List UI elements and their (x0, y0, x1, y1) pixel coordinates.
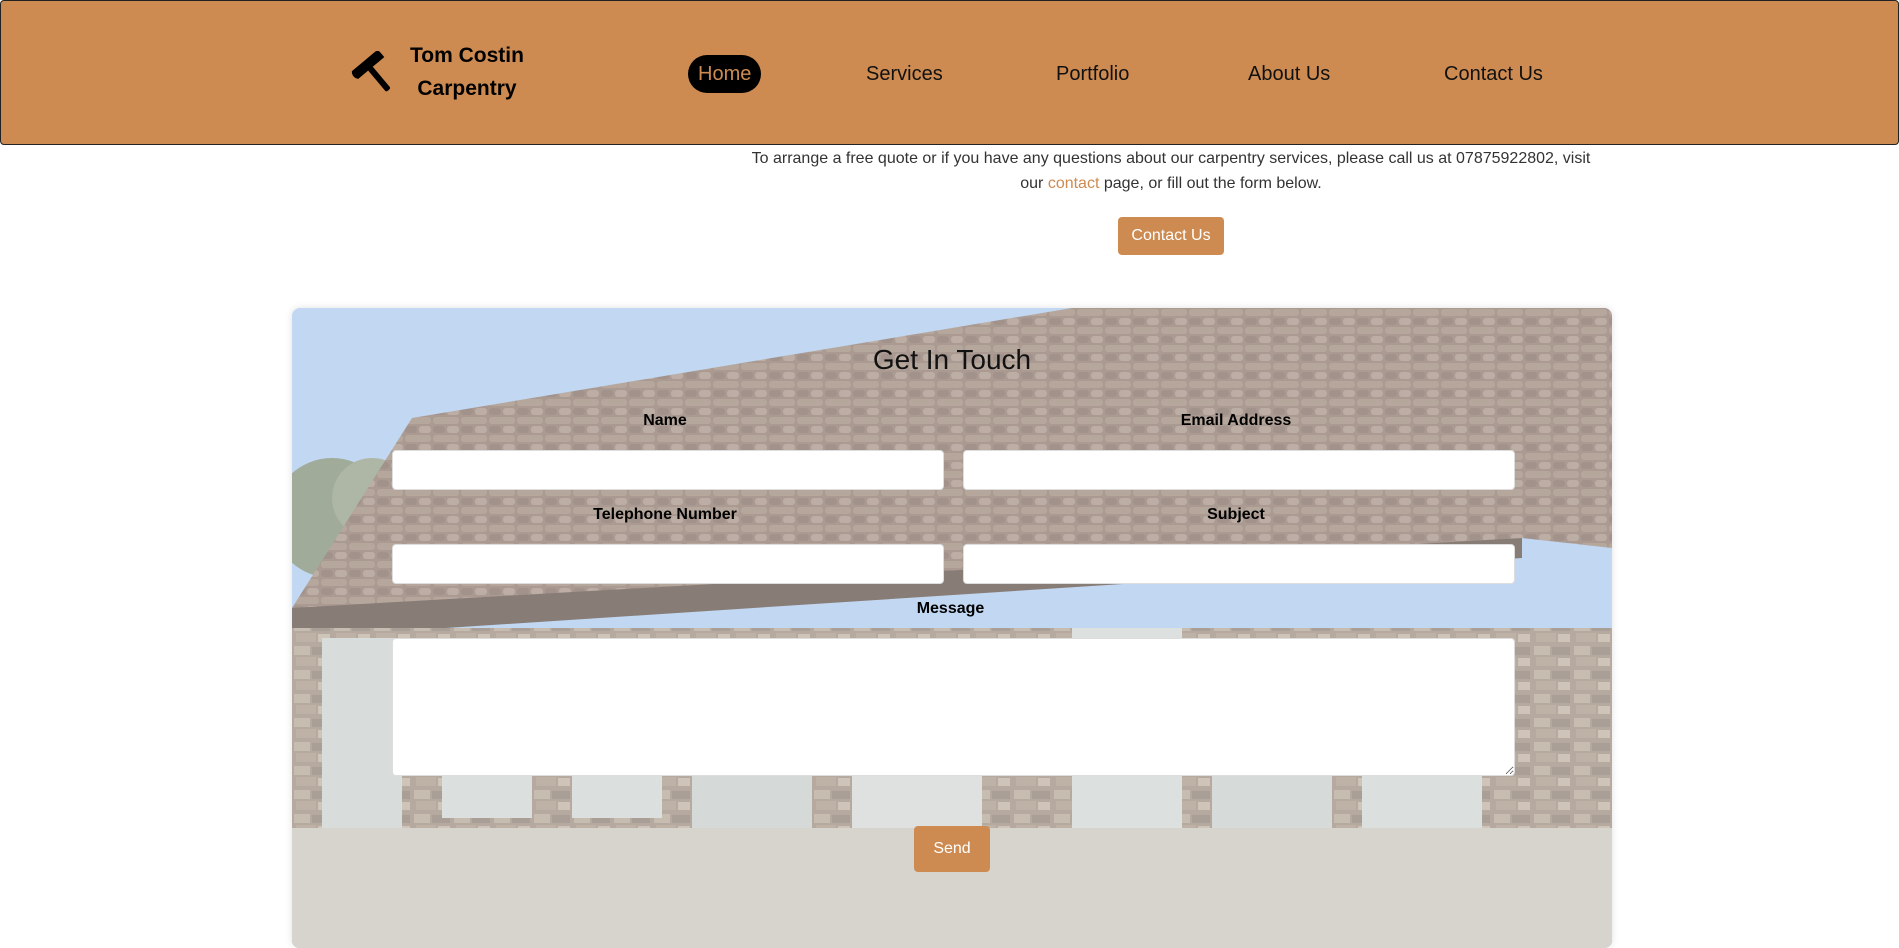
contact-form-card: Get In Touch Name Email Address Telephon… (292, 308, 1612, 948)
telephone-input[interactable] (392, 544, 944, 584)
intro-text: To arrange a free quote or if you have a… (740, 146, 1602, 196)
nav-home[interactable]: Home (688, 55, 762, 93)
brand-line-2: Carpentry (417, 77, 517, 100)
email-label: Email Address (1180, 412, 1292, 429)
telephone-label: Telephone Number (593, 506, 737, 523)
name-input[interactable] (392, 450, 944, 490)
form-title: Get In Touch (872, 344, 1032, 375)
contact-link[interactable]: contact (1048, 175, 1100, 192)
message-label: Message (916, 600, 985, 617)
nav-services[interactable]: Services (856, 55, 953, 93)
brand-line-1: Tom Costin (410, 44, 524, 67)
brand-logo[interactable]: Tom Costin Carpentry (347, 39, 547, 109)
contact-us-button[interactable]: Contact Us (1118, 217, 1224, 255)
email-input[interactable] (963, 450, 1515, 490)
nav-portfolio[interactable]: Portfolio (1046, 55, 1139, 93)
subject-input[interactable] (963, 544, 1515, 584)
nav-about-us[interactable]: About Us (1238, 55, 1340, 93)
hammer-icon (351, 51, 390, 92)
intro-text-end: page, or fill out the form below. (1099, 175, 1322, 192)
name-label: Name (643, 412, 687, 429)
brand-name: Tom Costin Carpentry (407, 39, 527, 105)
message-textarea[interactable] (392, 638, 1515, 776)
nav-contact-us[interactable]: Contact Us (1434, 55, 1553, 93)
subject-label: Subject (1207, 506, 1265, 523)
site-header: Tom Costin Carpentry Home Services Portf… (0, 0, 1899, 145)
send-button[interactable]: Send (914, 826, 990, 872)
